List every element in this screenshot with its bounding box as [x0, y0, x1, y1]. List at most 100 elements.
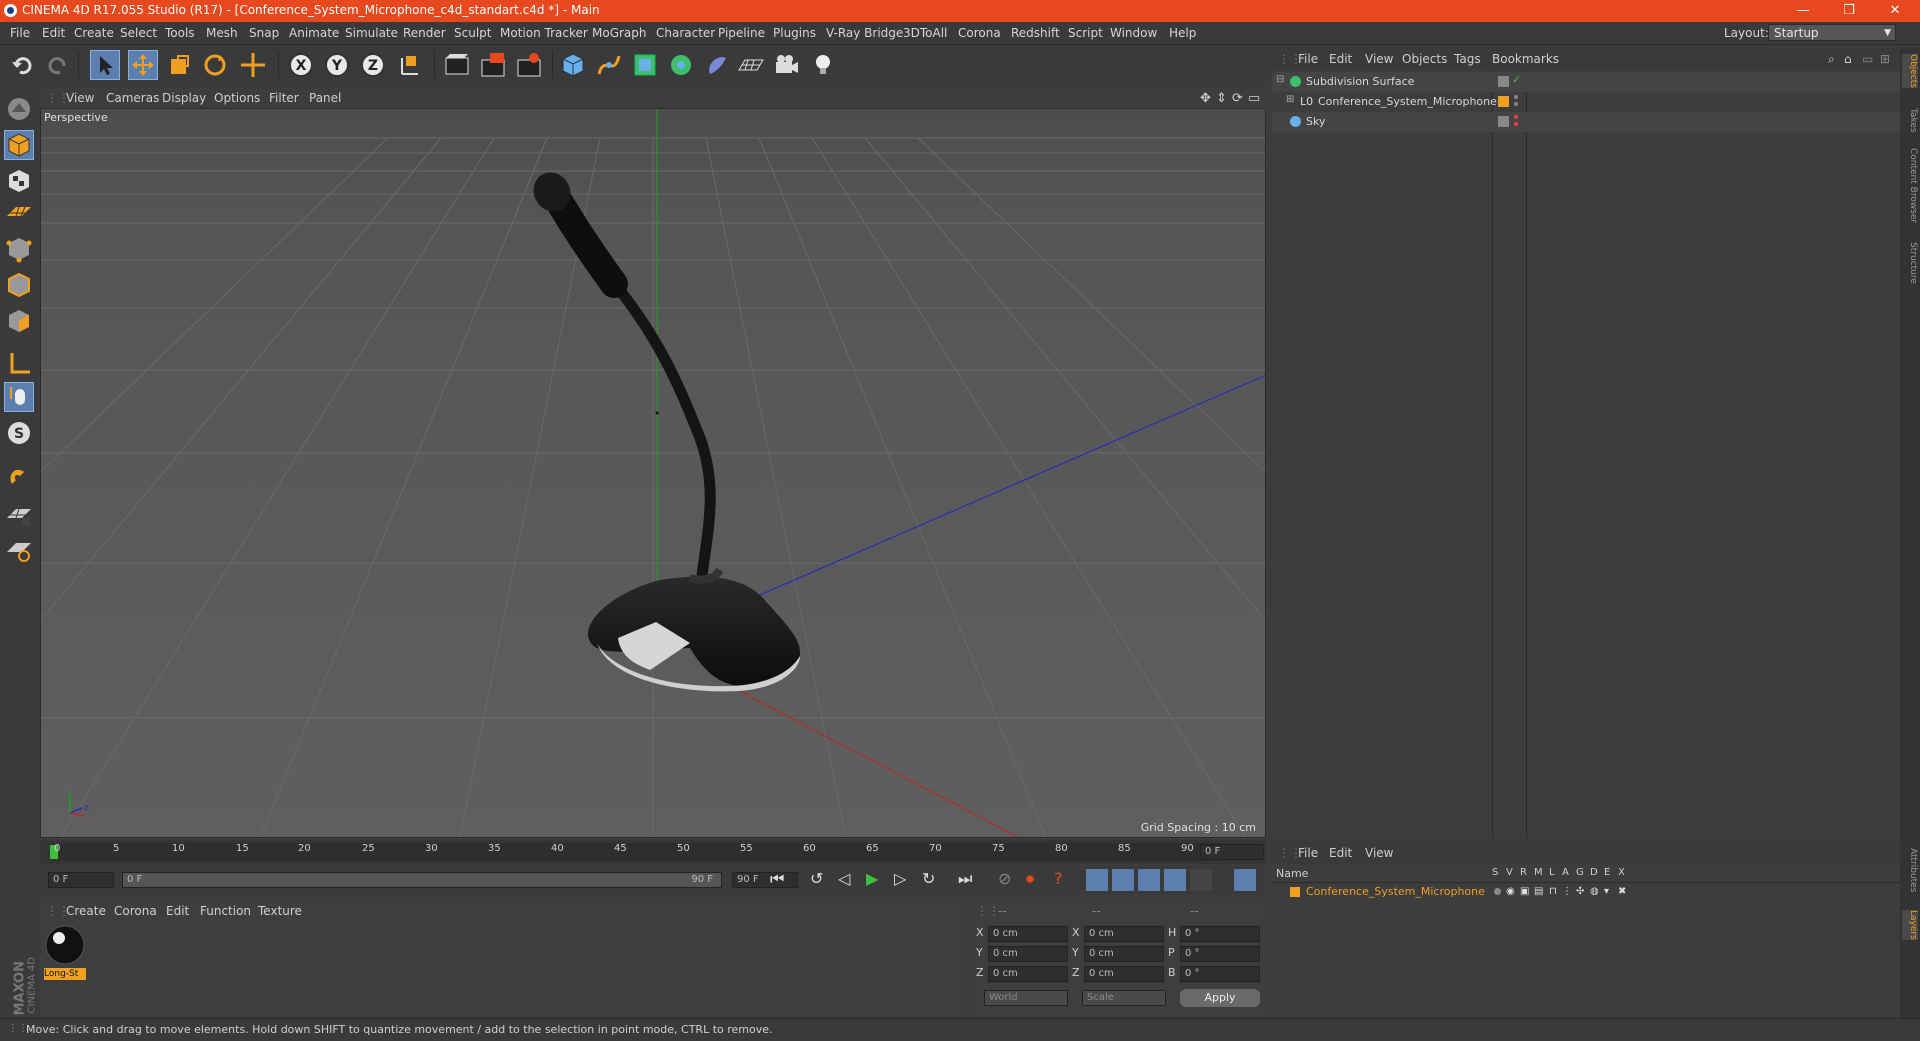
- workplane-mode-icon[interactable]: [4, 198, 34, 228]
- lock-icon[interactable]: ⊓: [1549, 886, 1557, 897]
- floor-object-icon[interactable]: [736, 50, 766, 80]
- key-pla-icon[interactable]: [1190, 869, 1212, 891]
- planar-workplane-icon[interactable]: [4, 534, 34, 564]
- cloner-icon[interactable]: [666, 50, 696, 80]
- key-position-icon[interactable]: [1086, 869, 1108, 891]
- menu-mograph[interactable]: MoGraph: [592, 26, 647, 40]
- restore-button[interactable]: ❐: [1826, 0, 1872, 22]
- object-menu-bookmarks[interactable]: Bookmarks: [1492, 52, 1559, 66]
- keyframe-selection-icon[interactable]: ?: [1054, 869, 1063, 888]
- collapse-icon[interactable]: ⊟: [1276, 74, 1284, 85]
- timeline-ruler[interactable]: 0 5 10 15 20 25 30 35 40 45 50 55 60 65 …: [40, 840, 1266, 864]
- object-row-conference-system-microphone[interactable]: ⊞ L0 Conference_System_Microphone: [1272, 92, 1900, 112]
- layer-menu-view[interactable]: View: [1365, 846, 1393, 860]
- position-z-field[interactable]: 0 cm: [988, 966, 1068, 982]
- size-x-field[interactable]: 0 cm: [1084, 926, 1164, 942]
- render-to-picture-viewer-icon[interactable]: [478, 50, 508, 80]
- menu-create[interactable]: Create: [74, 26, 114, 40]
- tab-takes[interactable]: Takes: [1902, 108, 1918, 133]
- snapping-icon[interactable]: S: [4, 418, 34, 448]
- visibility-dot-icon[interactable]: [1514, 95, 1518, 99]
- key-rotation-icon[interactable]: [1138, 869, 1160, 891]
- object-menu-view[interactable]: View: [1365, 52, 1393, 66]
- object-menu-file[interactable]: File: [1298, 52, 1318, 66]
- current-frame-field[interactable]: 0 F: [1200, 844, 1264, 860]
- move-tool-icon[interactable]: [128, 50, 158, 80]
- frame-range-slider[interactable]: 0 F 90 F: [122, 872, 722, 888]
- start-frame-field[interactable]: 0 F: [48, 872, 114, 888]
- points-mode-icon[interactable]: [4, 234, 34, 264]
- object-row-subdivision-surface[interactable]: ⊟ Subdivision Surface ✓: [1272, 72, 1900, 92]
- viewport-rotate-icon[interactable]: ⟳: [1232, 91, 1243, 106]
- object-menu-tags[interactable]: Tags: [1454, 52, 1481, 66]
- enabled-check-icon[interactable]: ✓: [1512, 73, 1521, 86]
- layer-menu-file[interactable]: File: [1298, 846, 1318, 860]
- z-axis-lock-icon[interactable]: Z: [358, 50, 388, 80]
- layout-dropdown[interactable]: Startup ▼: [1768, 24, 1896, 41]
- material-menu-create[interactable]: Create: [66, 904, 106, 918]
- subdivision-surface-icon[interactable]: [630, 50, 660, 80]
- light-icon[interactable]: [808, 50, 838, 80]
- close-button[interactable]: ✕: [1872, 0, 1918, 22]
- move-tool-secondary-icon[interactable]: [238, 50, 268, 80]
- layer-view-eye-icon[interactable]: ◉: [1506, 886, 1515, 897]
- cube-object-icon[interactable]: [558, 50, 588, 80]
- home-icon[interactable]: ⌂: [1844, 52, 1852, 66]
- layer-expression-icon[interactable]: ▾: [1604, 886, 1609, 897]
- model-mode-icon[interactable]: [4, 130, 34, 160]
- panel-grip-icon[interactable]: ⋮⋮: [976, 904, 1000, 918]
- timeline-window-icon[interactable]: [1234, 869, 1256, 891]
- menu-snap[interactable]: Snap: [249, 26, 279, 40]
- locked-workplane-icon[interactable]: [4, 500, 34, 530]
- deformer-icon[interactable]: [702, 50, 732, 80]
- material-menu-function[interactable]: Function: [200, 904, 251, 918]
- edges-mode-icon[interactable]: [4, 270, 34, 300]
- viewport-menu-panel[interactable]: Panel: [309, 91, 341, 105]
- object-row-sky[interactable]: Sky: [1272, 112, 1900, 132]
- next-key-icon[interactable]: ↻: [922, 869, 935, 888]
- expand-icon[interactable]: ⊞: [1286, 94, 1294, 105]
- redo-icon[interactable]: [42, 50, 72, 80]
- rotation-b-field[interactable]: 0 °: [1180, 966, 1260, 982]
- live-selection-icon[interactable]: [90, 50, 120, 80]
- next-frame-icon[interactable]: ▷: [894, 869, 906, 888]
- render-dot-icon[interactable]: [1514, 122, 1518, 126]
- menu-pipeline[interactable]: Pipeline: [718, 26, 765, 40]
- layer-render-icon[interactable]: ▣: [1520, 886, 1529, 897]
- make-editable-icon[interactable]: [4, 94, 34, 124]
- layer-xref-icon[interactable]: ✖: [1618, 886, 1626, 897]
- play-forward-icon[interactable]: ▶: [866, 869, 878, 888]
- previous-key-icon[interactable]: ↺: [810, 869, 823, 888]
- menu-character[interactable]: Character: [656, 26, 715, 40]
- menu-sculpt[interactable]: Sculpt: [454, 26, 491, 40]
- menu-tools[interactable]: Tools: [165, 26, 195, 40]
- enable-axis-icon[interactable]: [4, 348, 34, 378]
- x-axis-lock-icon[interactable]: X: [286, 50, 316, 80]
- key-parameter-icon[interactable]: [1164, 869, 1186, 891]
- material-menu-texture[interactable]: Texture: [258, 904, 302, 918]
- y-axis-lock-icon[interactable]: Y: [322, 50, 352, 80]
- perspective-viewport[interactable]: y z Perspective Grid Spacing : 10 cm: [40, 108, 1266, 838]
- viewport-toggle-icon[interactable]: ▭: [1248, 91, 1260, 106]
- search-icon[interactable]: ⌕: [1828, 52, 1835, 67]
- menu-plugins[interactable]: Plugins: [773, 26, 816, 40]
- material-menu-corona[interactable]: Corona: [114, 904, 157, 918]
- pen-spline-icon[interactable]: [594, 50, 624, 80]
- menu-animate[interactable]: Animate: [289, 26, 339, 40]
- new-window-icon[interactable]: ▭: [1862, 52, 1873, 66]
- scale-tool-icon[interactable]: [164, 50, 194, 80]
- previous-frame-icon[interactable]: ◁: [838, 869, 850, 888]
- menu-select[interactable]: Select: [120, 26, 157, 40]
- viewport-menu-filter[interactable]: Filter: [269, 91, 299, 105]
- tab-content-browser[interactable]: Content Browser: [1902, 148, 1918, 223]
- position-x-field[interactable]: 0 cm: [988, 926, 1068, 942]
- magnet-icon[interactable]: [4, 462, 34, 492]
- apply-button[interactable]: Apply: [1180, 989, 1260, 1007]
- viewport-menu-cameras[interactable]: Cameras: [106, 91, 159, 105]
- menu-3dtoall[interactable]: 3DToAll: [903, 26, 947, 40]
- layer-solo-icon[interactable]: [1494, 888, 1501, 895]
- material-menu-edit[interactable]: Edit: [166, 904, 189, 918]
- menu-edit[interactable]: Edit: [42, 26, 65, 40]
- viewport-menu-display[interactable]: Display: [162, 91, 206, 105]
- rotate-tool-icon[interactable]: [200, 50, 230, 80]
